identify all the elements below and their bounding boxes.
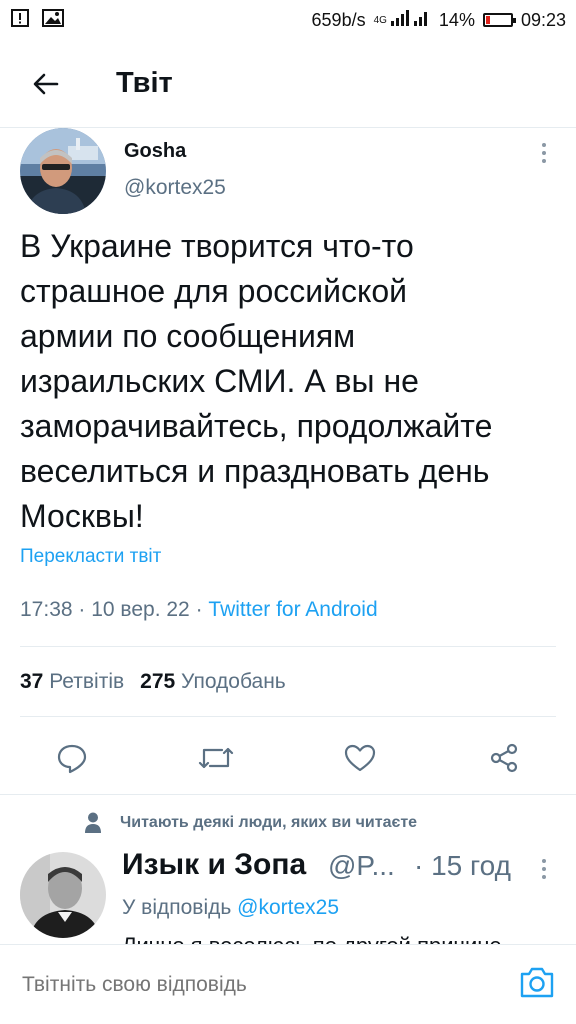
dot — [542, 875, 546, 879]
battery-percent: 14% — [438, 9, 475, 30]
tweet-text-line: заморачивайтесь, продолжайте — [20, 408, 493, 444]
retweet-icon — [198, 747, 234, 769]
network-speed: 659b/s — [311, 9, 366, 30]
retweets-stat[interactable]: 37 Ретвітів — [20, 670, 124, 693]
separator-dot: · — [78, 598, 92, 621]
tweet-date: 10 вер. 22 — [91, 598, 190, 621]
alert-notification-icon — [10, 8, 30, 33]
tweet-text-line: В Украине творится что-то — [20, 228, 414, 264]
reply-button[interactable] — [50, 736, 94, 780]
author-handle[interactable]: @kortex25 — [124, 176, 226, 200]
person-icon — [85, 812, 101, 833]
dot — [542, 159, 546, 163]
author-name[interactable]: Gosha — [124, 140, 186, 163]
reply-composer — [0, 944, 576, 1024]
likes-count: 275 — [140, 670, 176, 693]
battery-icon — [482, 13, 516, 27]
top-app-bar: Твіт — [0, 40, 576, 128]
tweet-time: 17:38 — [20, 598, 73, 621]
tweet-text-line: Москвы! — [20, 498, 144, 534]
section-divider — [0, 794, 576, 795]
divider — [20, 646, 556, 647]
share-icon — [490, 743, 518, 773]
reply-author-handle[interactable]: @P... — [328, 850, 395, 882]
reply-more-options-button[interactable] — [534, 854, 554, 884]
image-notification-icon — [42, 8, 64, 33]
reply-icon — [57, 744, 87, 774]
reply-author-avatar[interactable] — [20, 852, 106, 938]
back-button[interactable] — [16, 54, 76, 114]
tweet-actions — [0, 732, 576, 788]
likes-label: Уподобань — [181, 670, 286, 693]
reply-author-name[interactable]: Изык и Зопа — [122, 848, 306, 882]
retweets-count: 37 — [20, 670, 44, 693]
reply-input[interactable] — [22, 973, 502, 997]
social-context-text: Читають деякі люди, яких ви читаєте — [120, 814, 418, 831]
dot — [542, 143, 546, 147]
camera-icon — [520, 967, 554, 998]
tweet-text-line: страшное для российской — [20, 273, 408, 309]
page-title: Твіт — [116, 67, 173, 99]
tweet-text-line: веселиться и праздновать день — [20, 453, 490, 489]
tweet-text: В Украине творится что-то страшное для р… — [20, 224, 560, 539]
dot — [542, 867, 546, 871]
retweets-label: Ретвітів — [49, 670, 125, 693]
social-context: Читають деякі люди, яких ви читаєте — [84, 812, 417, 834]
replying-to-handle[interactable]: @kortex25 — [237, 896, 339, 919]
tweet-text-line: израильских СМИ. А вы не — [20, 363, 419, 399]
separator-dot: · — [195, 598, 209, 621]
retweet-button[interactable] — [194, 736, 238, 780]
camera-button[interactable] — [518, 963, 556, 1001]
tweet-source-link[interactable]: Twitter for Android — [208, 598, 377, 621]
network-type: 4G — [373, 14, 387, 26]
replying-to-label: У відповідь — [122, 896, 232, 919]
tweet-stats: 37 Ретвітів 275 Уподобань — [20, 670, 286, 694]
arrow-left-icon — [33, 73, 59, 94]
author-avatar[interactable] — [20, 128, 106, 214]
like-button[interactable] — [338, 736, 382, 780]
replying-to: У відповідь @kortex25 — [122, 896, 339, 920]
more-options-button[interactable] — [534, 138, 554, 168]
dot — [542, 859, 546, 863]
signal-icon — [390, 9, 431, 32]
status-bar: 659b/s 4G 14% 09:23 — [0, 0, 576, 40]
dot — [542, 151, 546, 155]
translate-tweet-link[interactable]: Перекласти твіт — [20, 546, 161, 568]
heart-icon — [344, 744, 376, 772]
tweet-meta: 17:38 · 10 вер. 22 · Twitter for Android — [20, 598, 378, 622]
reply-time: · 15 год — [414, 850, 511, 881]
clock: 09:23 — [520, 9, 566, 30]
share-button[interactable] — [482, 736, 526, 780]
reply-text: Лично я веселюсь по другой причине — [122, 932, 552, 944]
likes-stat[interactable]: 275 Уподобань — [140, 670, 286, 693]
divider — [20, 716, 556, 717]
reply-text-clip: Лично я веселюсь по другой причине — [122, 930, 552, 944]
tweet-text-line: армии по сообщениям — [20, 318, 356, 354]
